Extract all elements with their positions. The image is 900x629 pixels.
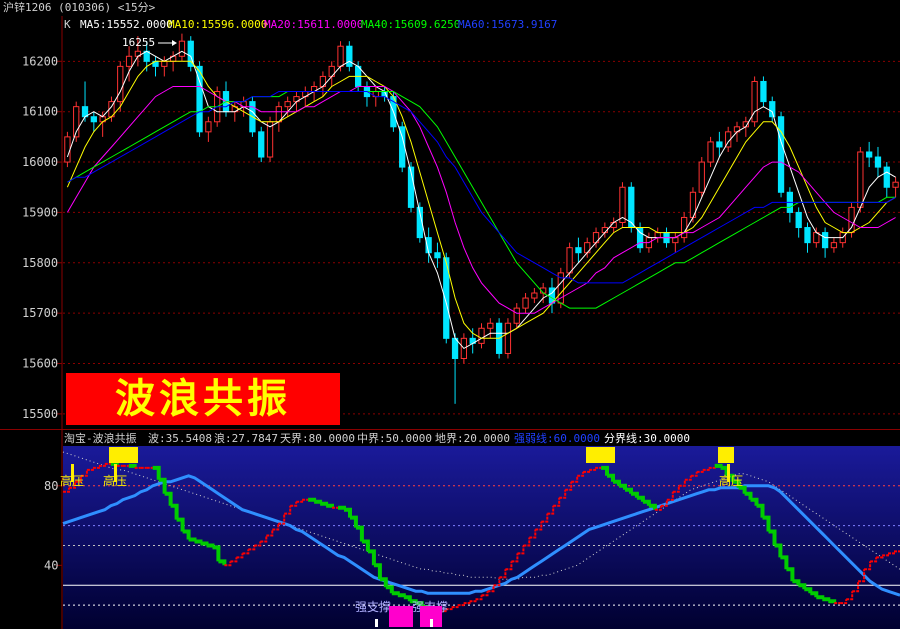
legend-ma40: MA40:15609.6250 — [361, 18, 460, 31]
sub-legend: 淘宝-波浪共振 波:35.5408 浪:27.7847 天界:80.0000 中… — [64, 431, 690, 445]
candle-body — [64, 136, 71, 163]
sub-legend-tianjie: 天界:80.0000 — [280, 432, 355, 445]
candle-body — [857, 151, 864, 208]
candle-body — [672, 237, 679, 244]
candle-body — [504, 322, 512, 354]
candlestick-chart[interactable]: 15500 15600 15700 15800 15900 16000 16100 16200… — [0, 16, 900, 429]
window-title: 沪锌1206 (010306) <15分> — [3, 1, 156, 14]
high-marker-box — [109, 447, 138, 463]
candle-body — [760, 80, 767, 103]
indicator-banner: 波浪共振 — [66, 373, 340, 425]
high-price-label: 16255 — [122, 36, 155, 49]
y-tick-label: 15900 — [22, 205, 58, 219]
candle-body — [161, 60, 168, 67]
legend-ma60: MA60:15673.9167 — [458, 18, 557, 31]
candle-body — [513, 307, 520, 324]
candle-body — [830, 242, 838, 249]
candle-body — [769, 101, 776, 118]
candle-body — [522, 297, 529, 309]
sub-legend-dijie: 地界:20.0000 — [435, 432, 510, 445]
legend-ma20: MA20:15611.0000 — [264, 18, 363, 31]
y-tick-label: 15600 — [22, 357, 58, 371]
sub-legend-name: 淘宝-波浪共振 — [64, 431, 137, 445]
candle-body — [478, 327, 485, 344]
candle-body — [874, 156, 882, 168]
support-tick — [375, 619, 378, 627]
support-tick — [430, 619, 433, 627]
bo-segment — [326, 503, 334, 508]
sub-legend-zhongjie: 中界:50.0000 — [357, 432, 432, 445]
candle-body — [821, 232, 829, 249]
bo-segment — [320, 501, 329, 506]
candle-body — [346, 45, 353, 67]
sub-legend-bo: 波:35.5408 — [148, 432, 212, 445]
sub-y-tick-label: 80 — [44, 479, 58, 493]
candle-body — [566, 247, 573, 274]
bo-segment — [314, 499, 323, 504]
bo-segment — [308, 497, 317, 502]
bo-segment — [206, 543, 215, 548]
bo-segment — [397, 593, 406, 598]
bo-segment — [816, 595, 825, 600]
legend-ma10: MA10:15596.0000 — [168, 18, 267, 31]
high-marker-box — [718, 447, 734, 463]
candle-body — [892, 181, 899, 188]
sub-legend-fenjie: 分界线:30.0000 — [604, 431, 690, 445]
bo-segment — [188, 537, 197, 542]
candle-body — [90, 116, 97, 123]
candle-body — [337, 45, 344, 67]
gaogan-label: 高压 — [103, 473, 127, 488]
candle-body — [654, 232, 661, 239]
bo-segment — [194, 539, 203, 544]
candle-body — [205, 121, 212, 133]
candle-body — [795, 211, 802, 229]
candle-body — [804, 227, 811, 244]
candle-body — [777, 116, 785, 193]
gaogan-label: 高压 — [719, 473, 743, 488]
y-tick-label: 15700 — [22, 306, 58, 320]
bo-segment — [828, 599, 837, 604]
bo-segment — [391, 591, 400, 596]
candle-body — [117, 65, 124, 103]
main-legend: K MA5:15552.0000 MA10:15596.0000 MA20:15… — [64, 18, 557, 31]
support-bar — [389, 606, 413, 627]
candle-body — [680, 216, 688, 239]
candle-body — [258, 131, 265, 158]
gaogan-label: 高压 — [60, 473, 84, 488]
y-tick-label: 16100 — [22, 105, 58, 119]
candle-body — [716, 141, 723, 148]
candle-body — [575, 247, 582, 254]
y-tick-label: 15500 — [22, 407, 58, 421]
legend-k: K — [64, 18, 71, 31]
candle-body — [531, 292, 538, 299]
bo-segment — [822, 597, 831, 602]
support-label: 强支撑 — [355, 599, 391, 614]
y-tick-label: 15800 — [22, 256, 58, 270]
bo-segment — [200, 541, 209, 546]
y-tick-label: 16200 — [22, 54, 58, 68]
high-marker-box — [586, 447, 615, 463]
candle-body — [707, 141, 714, 163]
candle-body — [284, 101, 291, 108]
legend-ma5: MA5:15552.0000 — [80, 18, 173, 31]
bo-segment — [338, 505, 346, 510]
candle-body — [434, 252, 441, 259]
sub-legend-qiangruo: 强弱线:60.0000 — [514, 431, 600, 445]
bo-segment — [128, 463, 137, 468]
y-tick-label: 16000 — [22, 155, 58, 169]
candle-body — [487, 322, 494, 329]
candle-body — [451, 337, 459, 359]
sub-y-tick-label: 40 — [44, 558, 58, 572]
candle-body — [178, 40, 186, 57]
candle-body — [698, 161, 705, 193]
candle-body — [866, 151, 873, 158]
wave-indicator-chart[interactable]: 淘宝-波浪共振 波:35.5408 浪:27.7847 天界:80.0000 中… — [0, 430, 900, 629]
candle-body — [848, 206, 855, 234]
sub-legend-lang: 浪:27.7847 — [214, 431, 278, 445]
candle-body — [125, 55, 133, 67]
candle-body — [883, 166, 890, 188]
bo-segment — [714, 463, 723, 468]
